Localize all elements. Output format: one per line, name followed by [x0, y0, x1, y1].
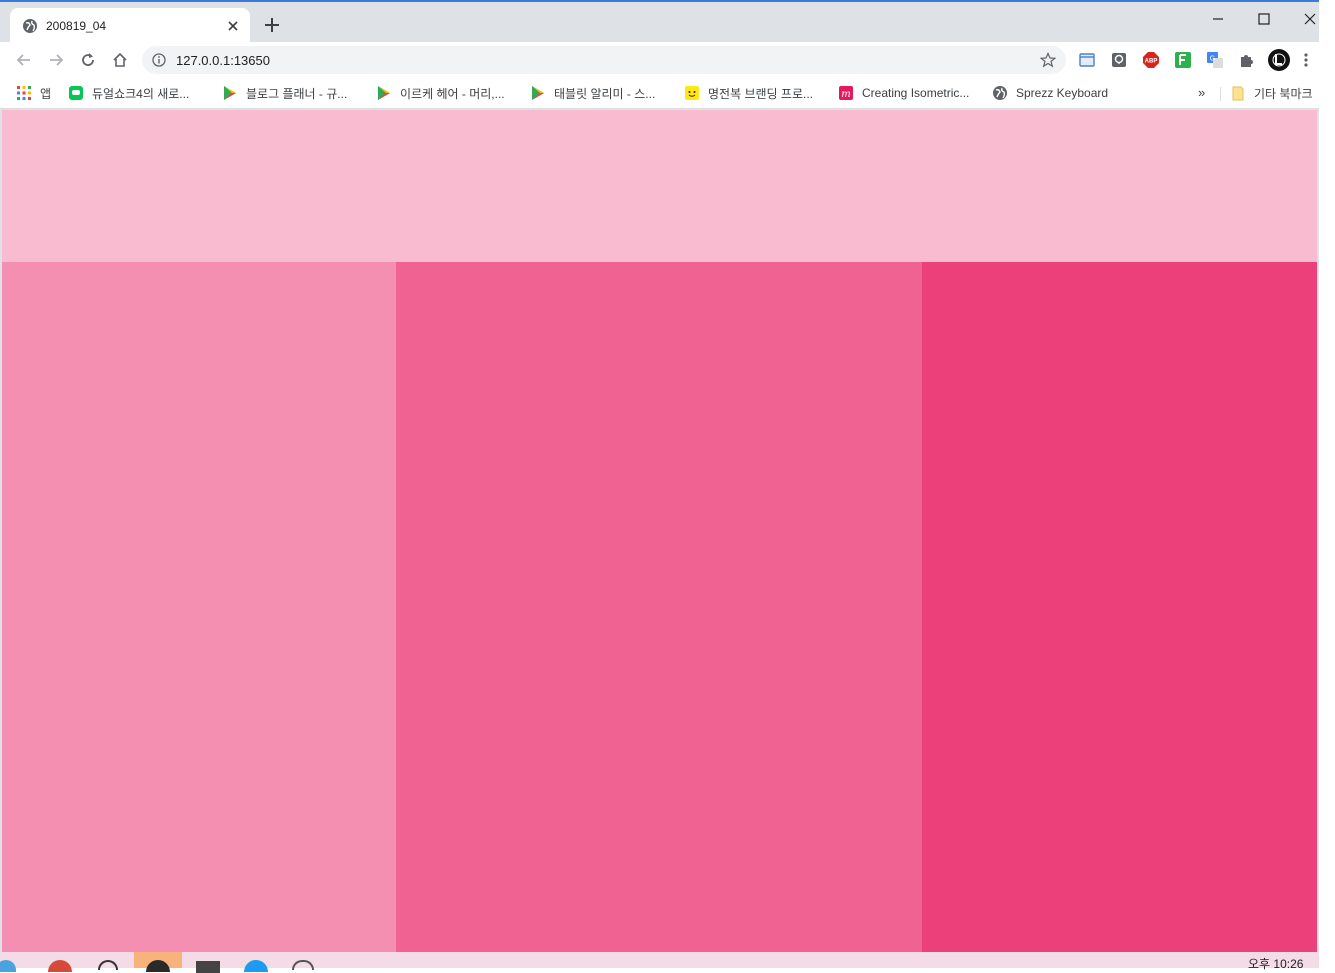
page-header-band — [2, 110, 1317, 262]
bookmark-blog-planner[interactable]: 블로그 플래너 - 규... — [222, 84, 347, 102]
globe-icon — [993, 86, 1007, 100]
m-logo-icon: m — [839, 86, 853, 100]
adblock-plus-icon[interactable]: ABP — [1142, 51, 1160, 69]
new-tab-button[interactable] — [262, 15, 282, 35]
close-window-button[interactable] — [1288, 6, 1319, 32]
tab-strip: 200819_04 — [0, 2, 1319, 44]
toolbar: 127.0.0.1:13650 ABP G — [0, 42, 1319, 78]
profile-avatar[interactable] — [1268, 49, 1290, 71]
minimize-icon — [1213, 18, 1223, 20]
minimize-button[interactable] — [1196, 6, 1240, 32]
bookmark-tablet-alarm[interactable]: 태블릿 알리미 - 스... — [530, 84, 655, 102]
smiley-icon — [685, 86, 699, 100]
back-button[interactable] — [12, 48, 36, 72]
bookmark-apps[interactable]: 앱 — [16, 84, 51, 102]
search-taskbar-icon[interactable] — [98, 960, 118, 970]
close-icon — [1304, 13, 1316, 25]
play-store-icon — [378, 86, 390, 100]
forward-button[interactable] — [44, 48, 68, 72]
folder-icon — [1232, 86, 1244, 101]
menu-dots-icon[interactable] — [1301, 51, 1311, 69]
bookmark-sprezz-keyboard[interactable]: Sprezz Keyboard — [992, 84, 1108, 102]
feedly-extension-icon[interactable] — [1174, 51, 1192, 69]
maximize-icon — [1258, 13, 1270, 25]
more-bookmarks-chevron-icon[interactable]: » — [1198, 85, 1212, 101]
bookmark-irke-hair[interactable]: 이르케 헤어 - 머리,... — [376, 84, 505, 102]
home-icon — [113, 52, 127, 67]
lightbulb-extension-icon[interactable] — [1110, 51, 1128, 69]
bookmark-label: 블로그 플래너 - 규... — [246, 86, 348, 101]
line-chat-icon — [69, 86, 83, 100]
browser-taskbar-icon[interactable] — [244, 960, 268, 972]
desktop-edge — [1319, 0, 1335, 968]
bookmark-creating-isometric[interactable]: m Creating Isometric... — [838, 84, 969, 102]
back-arrow-icon — [16, 54, 30, 66]
bookmark-label: 이르케 헤어 - 머리,... — [400, 86, 505, 101]
chrome-taskbar-icon[interactable] — [48, 960, 72, 972]
start-icon[interactable] — [0, 960, 16, 972]
svg-text:ABP: ABP — [1145, 59, 1158, 65]
tab-title: 200819_04 — [46, 19, 107, 33]
bookmark-separator — [1220, 87, 1221, 101]
taskbar: 오후 10:26 — [0, 952, 1319, 973]
info-icon[interactable] — [152, 53, 166, 67]
tab-active[interactable]: 200819_04 — [10, 8, 250, 44]
bookmark-label: Sprezz Keyboard — [1016, 86, 1109, 100]
column-left — [2, 262, 396, 952]
close-tab-icon[interactable] — [224, 17, 242, 35]
globe-icon — [23, 19, 37, 33]
bookmark-label: 명전복 브랜딩 프로... — [708, 86, 813, 101]
home-button[interactable] — [108, 48, 132, 72]
column-right — [922, 262, 1317, 952]
reload-button[interactable] — [76, 48, 100, 72]
bookmark-star-icon[interactable] — [1040, 52, 1056, 68]
bookmark-label: 듀얼쇼크4의 새로... — [92, 86, 190, 101]
forward-arrow-icon — [50, 54, 64, 66]
play-store-icon — [532, 86, 544, 100]
app-taskbar-icon[interactable] — [196, 961, 220, 973]
google-translate-icon[interactable]: G — [1206, 51, 1224, 69]
maximize-button[interactable] — [1242, 6, 1286, 32]
bookmark-label: 태블릿 알리미 - 스... — [554, 86, 656, 101]
extensions-puzzle-icon[interactable] — [1238, 51, 1256, 69]
column-middle — [396, 262, 922, 952]
svg-text:G: G — [1210, 56, 1215, 63]
bookmarks-bar: 앱 듀얼쇼크4의 새로... 블로그 플래너 - 규... 이르케 헤어 - 머… — [0, 78, 1319, 109]
address-bar[interactable]: 127.0.0.1:13650 — [142, 46, 1066, 74]
browser-window: 200819_04 127.0.0.1:13650 ABP G 앱 듀얼쇼크4의… — [0, 0, 1319, 973]
bookmark-branding[interactable]: 명전복 브랜딩 프로... — [684, 84, 813, 102]
page-viewport — [2, 110, 1317, 952]
bookmark-label: 앱 — [40, 86, 52, 101]
url-text[interactable]: 127.0.0.1:13650 — [176, 53, 270, 68]
tab-manager-extension-icon[interactable] — [1078, 51, 1096, 69]
other-bookmarks-label: 기타 북마크 — [1254, 86, 1313, 101]
other-bookmarks-folder[interactable]: 기타 북마크 — [1230, 84, 1313, 102]
taskbar-clock: 오후 10:26 — [1248, 957, 1304, 971]
bookmark-dualshock[interactable]: 듀얼쇼크4의 새로... — [68, 84, 189, 102]
apps-grid-icon — [17, 86, 31, 100]
history-taskbar-icon[interactable] — [292, 960, 314, 970]
reload-icon — [82, 53, 94, 66]
play-store-icon — [224, 86, 236, 100]
bookmark-label: Creating Isometric... — [862, 86, 970, 100]
svg-text:m: m — [841, 89, 850, 100]
